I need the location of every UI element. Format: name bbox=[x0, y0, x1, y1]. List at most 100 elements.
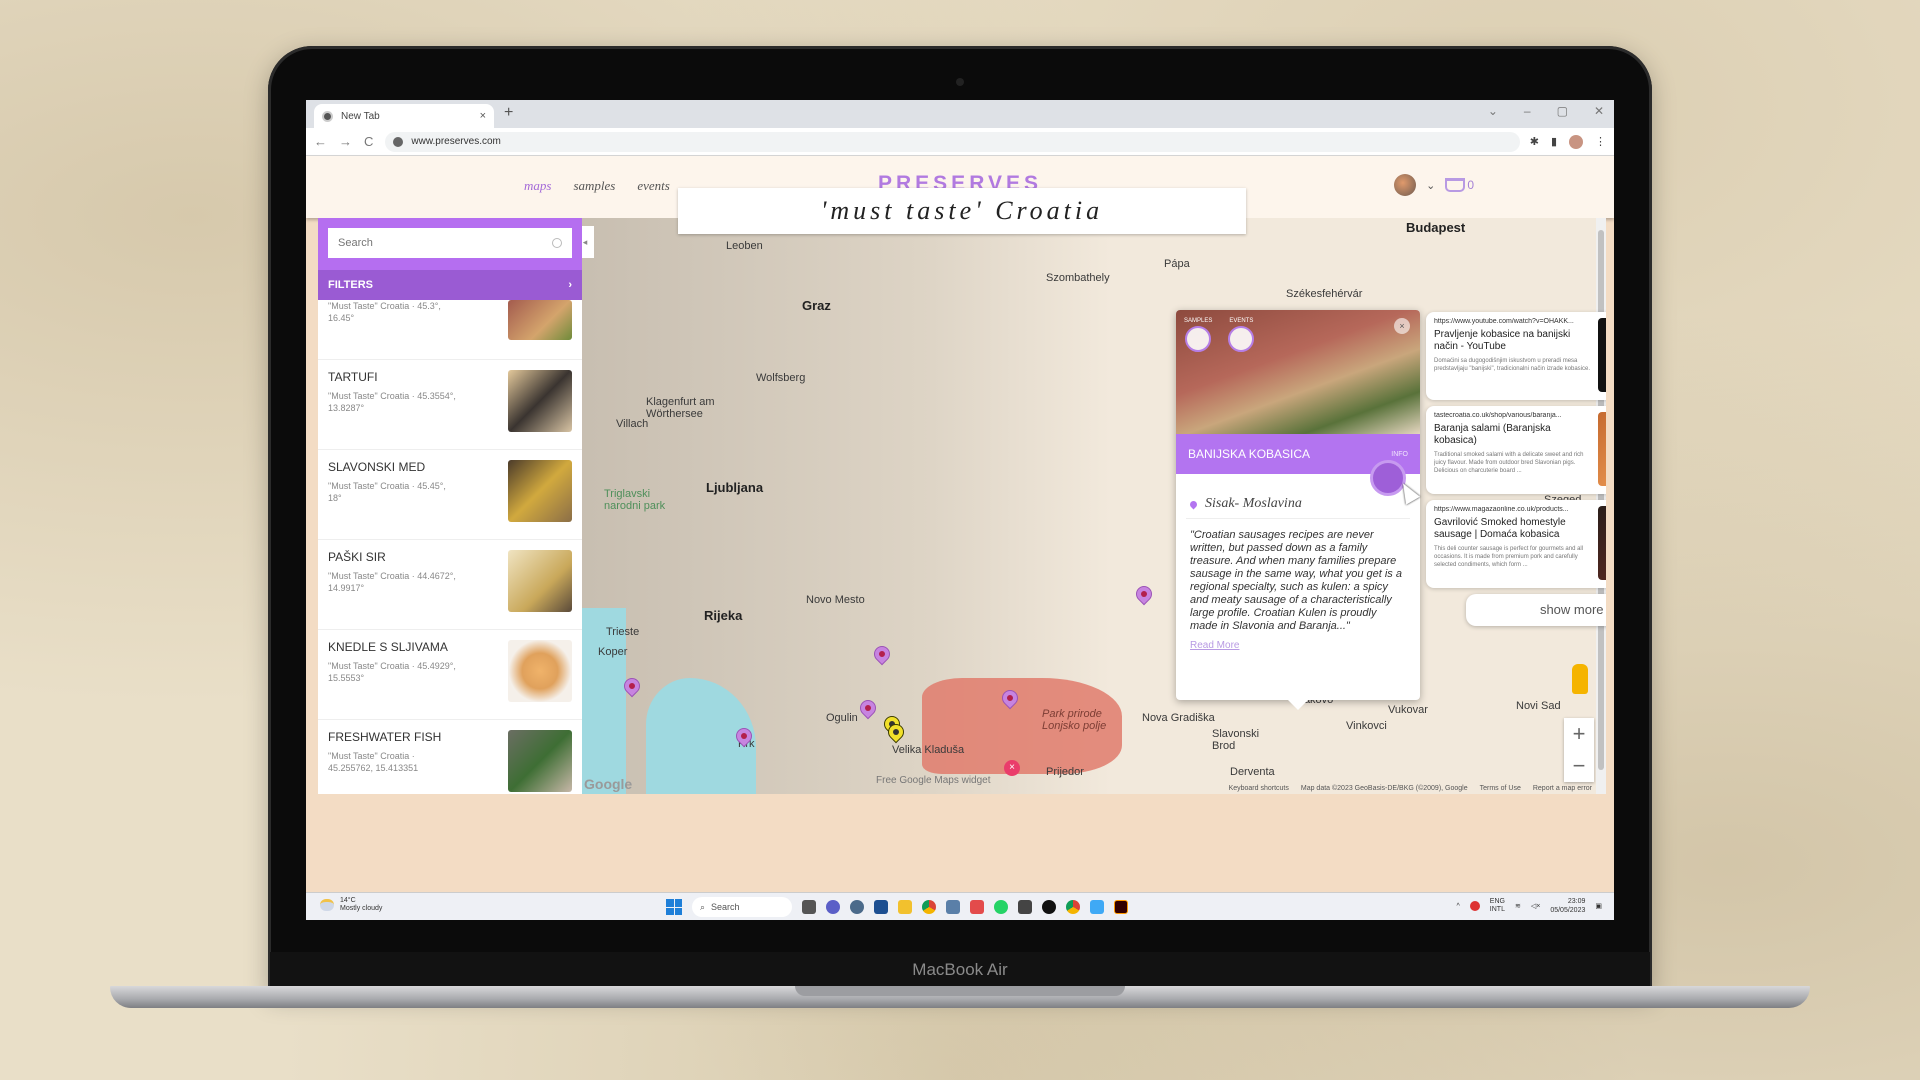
camera bbox=[956, 78, 964, 86]
zoom-in-button[interactable]: + bbox=[1564, 718, 1594, 750]
street-view-pegman-icon[interactable] bbox=[1572, 664, 1588, 694]
list-item[interactable]: KNEDLE S SLJIVAMA "Must Taste" Croatia ·… bbox=[318, 630, 582, 720]
chrome-icon[interactable] bbox=[922, 900, 936, 914]
task-view-icon[interactable] bbox=[802, 900, 816, 914]
map-pin[interactable] bbox=[856, 696, 880, 720]
close-marker-icon[interactable]: × bbox=[1004, 760, 1020, 776]
snipping-tool-icon[interactable] bbox=[970, 900, 984, 914]
store-icon[interactable] bbox=[874, 900, 888, 914]
laptop-notch bbox=[795, 986, 1125, 996]
report-error-link[interactable]: Report a map error bbox=[1533, 785, 1592, 792]
web-results-panel: https://www.youtube.com/watch?v=OHAKK...… bbox=[1426, 312, 1606, 626]
samples-jar-icon bbox=[1185, 326, 1212, 352]
widget-link[interactable]: Free Google Maps widget bbox=[876, 775, 991, 786]
avatar[interactable] bbox=[1394, 174, 1417, 196]
maximize-button[interactable]: ▢ bbox=[1557, 104, 1568, 118]
minimize-button[interactable]: – bbox=[1524, 104, 1531, 118]
popup-image: SAMPLES EVENTS × bbox=[1176, 310, 1420, 434]
close-icon[interactable]: × bbox=[1394, 318, 1410, 334]
map-pin[interactable] bbox=[870, 642, 894, 666]
map-label: Vukovar bbox=[1388, 704, 1428, 716]
edge-icon[interactable] bbox=[1090, 900, 1104, 914]
window-controls: ⌄ – ▢ ✕ bbox=[1488, 104, 1604, 118]
browser-tab[interactable]: New Tab × bbox=[314, 104, 494, 128]
back-button[interactable]: ← bbox=[314, 134, 327, 149]
profile-icon[interactable] bbox=[1569, 134, 1583, 149]
volume-muted-icon[interactable]: ◁× bbox=[1531, 902, 1540, 910]
result-card[interactable]: tastecroatia.co.uk/shop/various/baranja.… bbox=[1426, 406, 1606, 494]
illustrator-icon[interactable] bbox=[1114, 900, 1128, 914]
side-panel-icon[interactable]: ▮ bbox=[1551, 135, 1557, 148]
menu-icon[interactable]: ⋮ bbox=[1595, 135, 1606, 148]
tray-chevron-icon[interactable]: ^ bbox=[1457, 903, 1460, 910]
new-tab-button[interactable]: + bbox=[504, 104, 513, 122]
search-field[interactable] bbox=[328, 228, 572, 258]
item-name: PAŠKI SIR bbox=[328, 550, 386, 564]
calculator-icon[interactable] bbox=[946, 900, 960, 914]
settings-gear-icon[interactable] bbox=[850, 900, 864, 914]
site-info-icon[interactable] bbox=[393, 136, 404, 147]
address-bar[interactable]: www.preserves.com bbox=[385, 131, 1520, 152]
chrome-profile-icon[interactable] bbox=[1066, 900, 1080, 914]
forward-button[interactable]: → bbox=[339, 134, 352, 149]
list-item[interactable]: SLAVONSKI MED "Must Taste" Croatia · 45.… bbox=[318, 450, 582, 540]
result-card[interactable]: https://www.youtube.com/watch?v=OHAKK...… bbox=[1426, 312, 1606, 400]
basket-icon bbox=[1445, 178, 1466, 192]
popup-tab-samples[interactable]: SAMPLES bbox=[1184, 318, 1212, 352]
whatsapp-icon[interactable] bbox=[994, 900, 1008, 914]
item-thumbnail bbox=[508, 370, 572, 432]
map-label: Trieste bbox=[606, 626, 640, 638]
screen: New Tab × + ⌄ – ▢ ✕ ← → C www.preserves.… bbox=[306, 100, 1614, 920]
notification-icon[interactable]: ▣ bbox=[1595, 902, 1602, 910]
chevron-down-icon[interactable]: ⌄ bbox=[1426, 179, 1435, 192]
map-pin[interactable] bbox=[1132, 582, 1156, 606]
show-more-button[interactable]: show more ⌄ bbox=[1466, 594, 1606, 626]
tray-app-icon[interactable] bbox=[1469, 901, 1480, 911]
terms-link[interactable]: Terms of Use bbox=[1480, 785, 1521, 792]
tab-search-icon[interactable]: ⌄ bbox=[1488, 104, 1498, 118]
video-thumbnail[interactable]: 4:48 bbox=[1598, 318, 1606, 392]
file-explorer-icon[interactable] bbox=[898, 900, 912, 914]
extensions-icon[interactable]: ✱ bbox=[1530, 135, 1539, 148]
weather-widget[interactable]: 14°C Mostly cloudy bbox=[320, 897, 382, 913]
cloud-sun-icon bbox=[320, 899, 334, 911]
app-h-icon[interactable] bbox=[1042, 900, 1056, 914]
reload-button[interactable]: C bbox=[364, 134, 373, 149]
close-window-button[interactable]: ✕ bbox=[1594, 104, 1604, 118]
list-item[interactable]: "Must Taste" Croatia · 45.3°, 16.45° bbox=[318, 300, 582, 360]
map-label: Leoben bbox=[726, 240, 763, 252]
map-label: Budapest bbox=[1406, 220, 1466, 235]
map-label: Graz bbox=[802, 298, 831, 313]
chat-icon[interactable] bbox=[826, 900, 840, 914]
todo-icon[interactable] bbox=[1018, 900, 1032, 914]
map-attribution: Keyboard shortcuts Map data ©2023 GeoBas… bbox=[1229, 785, 1592, 792]
cart-button[interactable]: 0 bbox=[1445, 178, 1474, 192]
windows-start-icon[interactable] bbox=[666, 899, 682, 915]
list-item[interactable]: TARTUFI "Must Taste" Croatia · 45.3554°,… bbox=[318, 360, 582, 450]
clock[interactable]: 23:09 05/05/2023 bbox=[1550, 897, 1585, 915]
result-card[interactable]: https://www.magazaonline.co.uk/products.… bbox=[1426, 500, 1606, 588]
map-label: Ogulin bbox=[826, 712, 858, 724]
chevron-right-icon: › bbox=[568, 279, 572, 291]
search-icon[interactable] bbox=[552, 238, 562, 248]
result-title: Baranja salami (Baranjska kobasica) bbox=[1434, 423, 1551, 446]
map-label: Klagenfurt am Wörthersee bbox=[646, 396, 715, 420]
item-name: TARTUFI bbox=[328, 370, 378, 384]
read-more-link[interactable]: Read More bbox=[1176, 640, 1253, 651]
map[interactable]: Budapest Graz Ljubljana Osijek Rijeka Ke… bbox=[576, 218, 1606, 794]
result-title: Pravljenje kobasice na banijski način - … bbox=[1434, 329, 1571, 352]
close-tab-icon[interactable]: × bbox=[480, 110, 486, 122]
language-code: ENG bbox=[1489, 898, 1505, 905]
list-item[interactable]: PAŠKI SIR "Must Taste" Croatia · 44.4672… bbox=[318, 540, 582, 630]
taskbar-search[interactable]: ⌕ Search bbox=[692, 897, 792, 917]
list-item[interactable]: FRESHWATER FISH "Must Taste" Croatia · 4… bbox=[318, 720, 582, 794]
filters-button[interactable]: FILTERS › bbox=[318, 270, 582, 300]
zoom-out-button[interactable]: − bbox=[1564, 750, 1594, 782]
popup-tab-events[interactable]: EVENTS bbox=[1228, 318, 1255, 352]
keyboard-shortcuts-link[interactable]: Keyboard shortcuts bbox=[1229, 785, 1289, 792]
search-input[interactable] bbox=[338, 237, 552, 249]
wifi-icon[interactable]: ≋ bbox=[1515, 902, 1521, 910]
result-url: tastecroatia.co.uk/shop/various/baranja.… bbox=[1434, 412, 1562, 419]
language-indicator[interactable]: ENG INTL bbox=[1490, 898, 1505, 914]
map-label: Nova Gradiška bbox=[1142, 712, 1215, 724]
